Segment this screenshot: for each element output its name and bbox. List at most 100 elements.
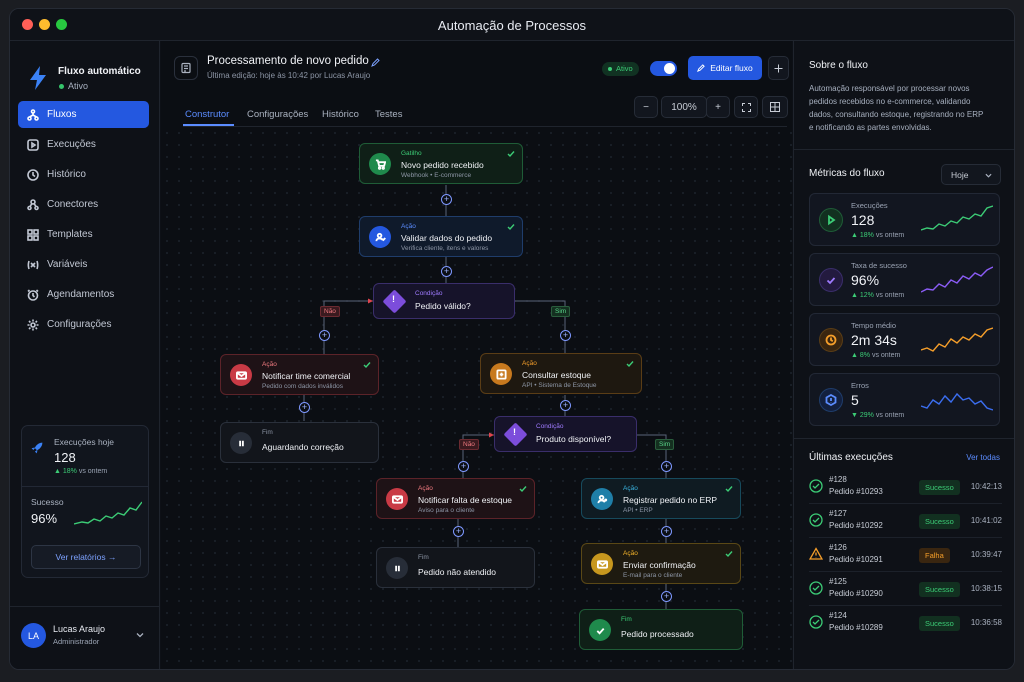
- metric-card-errors[interactable]: Erros 5 ▼ 29% vs ontem: [809, 373, 1000, 426]
- check-icon: [626, 361, 634, 368]
- fit-screen-button[interactable]: [734, 96, 758, 118]
- node-sub: Aviso para o cliente: [418, 507, 475, 514]
- delta-suffix: vs ontem: [875, 292, 905, 299]
- node-name: Pedido processado: [621, 629, 694, 639]
- sidebar-stats-card: Execuções hoje 128 ▲ 18% vs ontem Sucess…: [21, 425, 149, 578]
- flow-node-action[interactable]: Ação Validar dados do pedido Verifica cl…: [359, 216, 523, 257]
- main-area: Processamento de novo pedido Última ediç…: [161, 41, 792, 669]
- exec-today-label: Execuções hoje: [54, 437, 115, 447]
- sidebar-item-fluxos[interactable]: Fluxos: [18, 101, 149, 128]
- active-toggle[interactable]: [650, 61, 677, 76]
- sidebar-item-label: Conectores: [47, 199, 99, 210]
- user-profile[interactable]: LA Lucas Araujo Administrador: [10, 606, 160, 669]
- node-kind: Ação: [262, 361, 277, 368]
- sidebar-item-execucoes[interactable]: Execuções: [18, 131, 149, 158]
- warning-icon: [809, 547, 823, 560]
- flow-node-end[interactable]: Fim Pedido não atendido: [376, 547, 535, 588]
- node-sub: E-mail para o cliente: [623, 572, 683, 579]
- flow-node-trigger[interactable]: Gatilho Novo pedido recebido Webhook • E…: [359, 143, 523, 184]
- grid-icon: [27, 228, 39, 241]
- gear-icon: [27, 319, 39, 330]
- sidebar-item-configuracoes[interactable]: Configurações: [18, 311, 149, 338]
- zoom-out-button[interactable]: −: [634, 96, 658, 118]
- flow-node-condition[interactable]: ! Condição Produto disponível?: [494, 416, 637, 452]
- tab-configuracoes[interactable]: Configurações: [247, 109, 308, 120]
- flow-node-action[interactable]: Ação Notificar falta de estoque Aviso pa…: [376, 478, 535, 519]
- node-name: Novo pedido recebido: [401, 160, 484, 170]
- add-step-button[interactable]: +: [560, 330, 571, 341]
- view-reports-button[interactable]: Ver relatórios →: [31, 545, 141, 569]
- sidebar-item-conectores[interactable]: Conectores: [18, 191, 149, 218]
- check-icon: [363, 362, 371, 369]
- node-sub: Webhook • E-commerce: [401, 172, 472, 179]
- execution-row[interactable]: #127 Pedido #10292 Sucesso 10:41:02: [809, 504, 1002, 538]
- flow-node-action[interactable]: Ação Enviar confirmação E-mail para o cl…: [581, 543, 741, 584]
- add-step-button[interactable]: +: [661, 526, 672, 537]
- branch-label-no: Não: [459, 439, 479, 450]
- rocket-icon: [31, 442, 43, 454]
- flow-node-condition[interactable]: ! Condição Pedido válido?: [373, 283, 515, 319]
- add-step-button[interactable]: +: [441, 266, 452, 277]
- add-step-button[interactable]: +: [458, 461, 469, 472]
- add-step-button[interactable]: +: [299, 402, 310, 413]
- more-options-button[interactable]: [768, 56, 789, 80]
- node-kind: Condição: [536, 423, 564, 430]
- metric-delta: ▲ 8% vs ontem: [851, 352, 901, 359]
- add-step-button[interactable]: +: [453, 526, 464, 537]
- add-step-button[interactable]: +: [441, 194, 452, 205]
- grid-toggle-button[interactable]: [762, 96, 788, 118]
- execution-order: Pedido #10291: [829, 555, 883, 564]
- sidebar-item-agendamentos[interactable]: Agendamentos: [18, 281, 149, 308]
- view-all-link[interactable]: Ver todas: [966, 453, 1000, 462]
- add-step-button[interactable]: +: [661, 591, 672, 602]
- view-reports-label: Ver relatórios →: [55, 552, 117, 562]
- status-dot: [59, 84, 64, 89]
- tab-testes[interactable]: Testes: [375, 109, 402, 120]
- sidebar-item-variaveis[interactable]: Variáveis: [18, 251, 149, 278]
- flow-canvas[interactable]: + + + + + + + + + + + Não Sim Não Sim Ga…: [161, 127, 792, 669]
- check-icon: [819, 268, 843, 292]
- metric-card-avg-time[interactable]: Tempo médio 2m 34s ▲ 8% vs ontem: [809, 313, 1000, 366]
- flow-node-end[interactable]: Fim Pedido processado: [579, 609, 743, 650]
- pencil-icon[interactable]: [371, 58, 380, 67]
- user-plus-icon: [591, 488, 613, 510]
- flow-node-end[interactable]: Fim Aguardando correção: [220, 422, 379, 463]
- check-circle-icon: [809, 513, 823, 527]
- node-kind: Ação: [418, 485, 433, 492]
- sidebar-item-label: Histórico: [47, 169, 86, 180]
- metric-card-executions[interactable]: Execuções 128 ▲ 18% vs ontem: [809, 193, 1000, 246]
- sidebar-item-templates[interactable]: Templates: [18, 221, 149, 248]
- status-badge: Sucesso: [919, 480, 960, 495]
- sidebar-item-historico[interactable]: Histórico: [18, 161, 149, 188]
- period-select[interactable]: Hoje: [941, 164, 1001, 185]
- execution-row[interactable]: #124 Pedido #10289 Sucesso 10:36:58: [809, 606, 1002, 640]
- tab-construtor[interactable]: Construtor: [185, 109, 229, 120]
- add-step-button[interactable]: +: [560, 400, 571, 411]
- execution-row[interactable]: #126 Pedido #10291 Falha 10:39:47: [809, 538, 1002, 572]
- execution-row[interactable]: #128 Pedido #10293 Sucesso 10:42:13: [809, 470, 1002, 504]
- edit-flow-button[interactable]: Editar fluxo: [688, 56, 762, 80]
- check-icon: [725, 551, 733, 558]
- cart-icon: [369, 153, 391, 175]
- delta-value: 18%: [62, 468, 77, 475]
- tab-historico[interactable]: Histórico: [322, 109, 359, 120]
- clock-icon: [27, 168, 39, 181]
- node-kind: Gatilho: [401, 150, 422, 157]
- node-name: Consultar estoque: [522, 370, 591, 380]
- sidebar-item-label: Fluxos: [47, 109, 77, 120]
- flow-node-action[interactable]: Ação Registrar pedido no ERP API • ERP: [581, 478, 741, 519]
- metrics-title: Métricas do fluxo: [809, 168, 885, 179]
- zoom-in-button[interactable]: +: [706, 96, 730, 118]
- mail-icon: [591, 553, 613, 575]
- add-step-button[interactable]: +: [319, 330, 330, 341]
- flow-node-action[interactable]: Ação Notificar time comercial Pedido com…: [220, 354, 379, 395]
- details-panel: Sobre o fluxo Automação responsável por …: [793, 41, 1014, 669]
- add-step-button[interactable]: +: [661, 461, 672, 472]
- metric-card-success-rate[interactable]: Taxa de sucesso 96% ▲ 12% vs ontem: [809, 253, 1000, 306]
- node-name: Enviar confirmação: [623, 560, 696, 570]
- pause-icon: [230, 432, 252, 454]
- flow-node-action[interactable]: Ação Consultar estoque API • Sistema de …: [480, 353, 642, 394]
- execution-row[interactable]: #125 Pedido #10290 Sucesso 10:38:15: [809, 572, 1002, 606]
- about-title: Sobre o fluxo: [809, 60, 868, 71]
- chevron-down-icon[interactable]: [136, 631, 144, 639]
